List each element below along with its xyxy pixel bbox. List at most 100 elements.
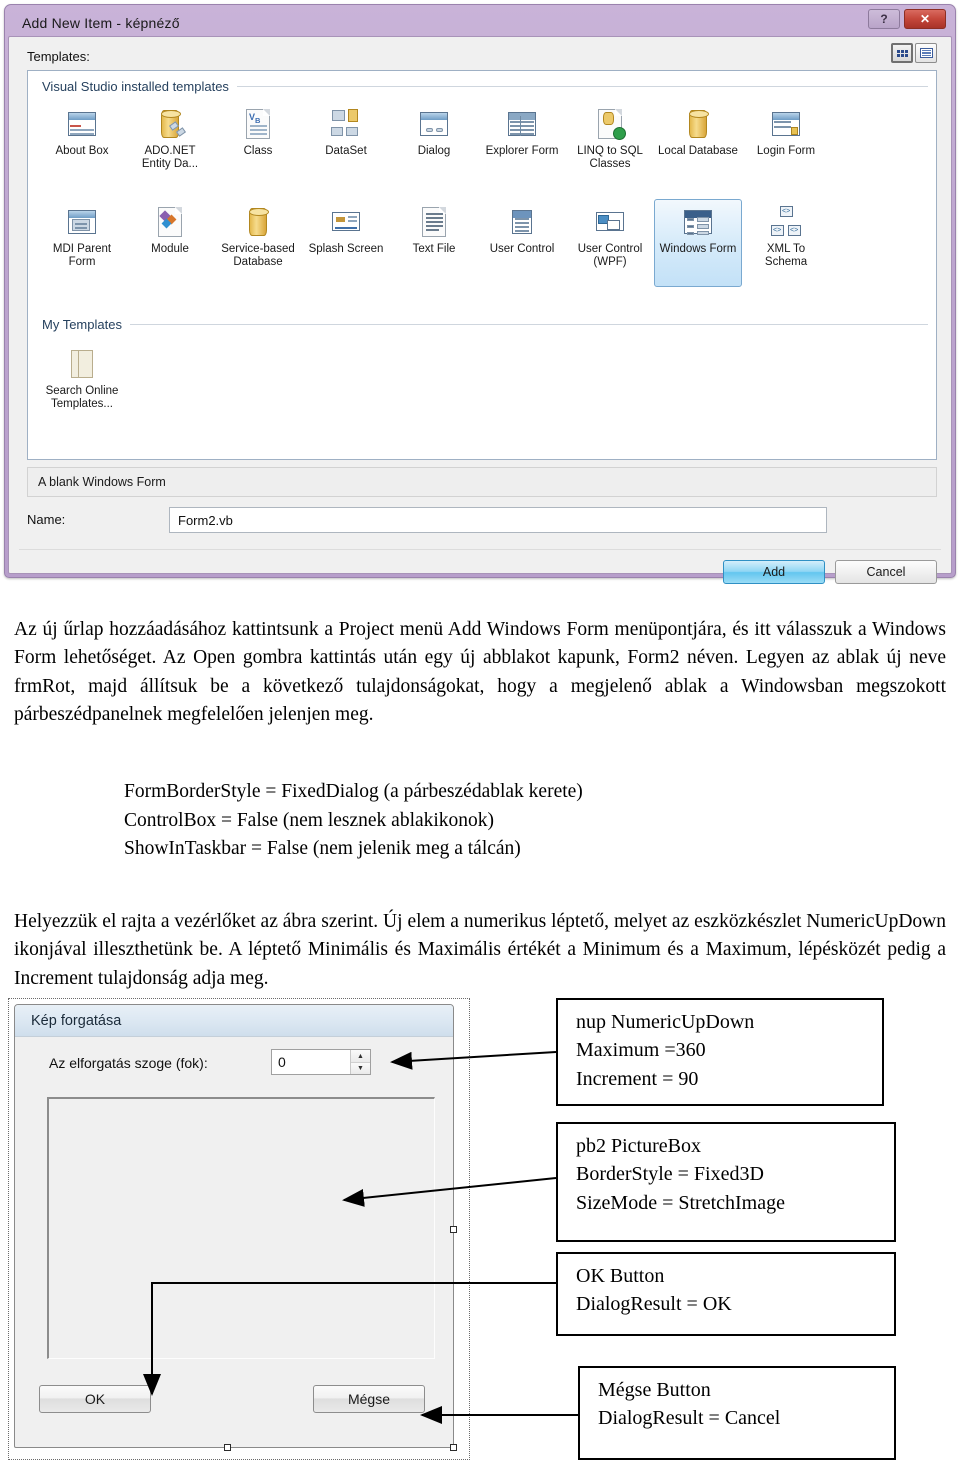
mdi-parent-form-icon <box>65 205 99 239</box>
annotation-line: Increment = 90 <box>576 1067 699 1090</box>
template-item-xml-to-schema[interactable]: <> <> <> XML To Schema <box>742 199 830 287</box>
annotation-line: BorderStyle = Fixed3D <box>576 1163 764 1186</box>
annotation-line: nup NumericUpDown <box>576 1011 755 1033</box>
footer-divider <box>19 549 941 550</box>
annotation-numericupdown: nup NumericUpDown Maximum =360 Increment… <box>556 998 884 1106</box>
template-item-module[interactable]: Module <box>126 199 214 287</box>
linq-to-sql-icon <box>593 107 627 141</box>
resize-grip[interactable] <box>224 1444 231 1451</box>
template-item-local-database[interactable]: Local Database <box>654 101 742 189</box>
template-item-user-control[interactable]: User Control <box>478 199 566 287</box>
template-label: MDI Parent Form <box>52 243 112 269</box>
annotation-line: DialogResult = Cancel <box>598 1407 781 1430</box>
list-view-button[interactable] <box>915 43 937 63</box>
template-item-mdi-parent-form[interactable]: MDI Parent Form <box>38 199 126 287</box>
mock-cancel-button[interactable]: Mégse <box>313 1385 425 1413</box>
template-item-ado-net[interactable]: ADO.NET Entity Da... <box>126 101 214 189</box>
property-line: ControlBox = False (nem lesznek ablakiko… <box>124 809 495 831</box>
template-label: About Box <box>55 145 109 157</box>
footer-buttons: Add Cancel <box>723 560 937 584</box>
template-item-dialog[interactable]: Dialog <box>390 101 478 189</box>
ado-net-entity-data-icon <box>153 107 187 141</box>
windows-form-icon <box>681 205 715 239</box>
property-list: FormBorderStyle = FixedDialog (a párbesz… <box>124 778 583 864</box>
numeric-up-down-value[interactable]: 0 <box>272 1050 350 1074</box>
login-form-icon <box>769 107 803 141</box>
name-row: Name: Form2.vb <box>27 507 937 537</box>
template-label: XML To Schema <box>764 243 808 269</box>
template-row: MDI Parent Form Module Service-based Dat… <box>38 199 932 287</box>
spinner-down-icon[interactable]: ▼ <box>351 1062 370 1074</box>
template-item-splash-screen[interactable]: Splash Screen <box>302 199 390 287</box>
view-mode-toggle <box>891 43 937 63</box>
template-label: Class <box>243 145 273 157</box>
spinner[interactable]: ▲ ▼ <box>350 1050 370 1074</box>
xml-to-schema-icon: <> <> <> <box>769 205 803 239</box>
group-header-installed: Visual Studio installed templates <box>42 79 928 94</box>
annotation-line: SizeMode = StretchImage <box>576 1191 785 1214</box>
close-icon[interactable]: ✕ <box>904 9 946 29</box>
annotation-line: OK Button <box>576 1265 665 1287</box>
template-item-user-control-wpf[interactable]: User Control (WPF) <box>566 199 654 287</box>
list-icon <box>919 48 933 58</box>
splash-screen-icon <box>329 205 363 239</box>
property-line: FormBorderStyle = FixedDialog (a párbesz… <box>124 781 583 802</box>
dialog-body: Templates: Visual Studio installed templ… <box>8 36 952 584</box>
template-row: Search Online Templates... <box>38 341 932 429</box>
resize-grip[interactable] <box>450 1226 457 1233</box>
resize-grip[interactable] <box>450 1444 457 1451</box>
template-item-linq-to-sql[interactable]: LINQ to SQL Classes <box>566 101 654 189</box>
template-item-explorer-form[interactable]: Explorer Form <box>478 101 566 189</box>
text-file-icon <box>417 205 451 239</box>
local-database-icon <box>681 107 715 141</box>
dialog-titlebar[interactable]: Add New Item - képnéző ? ✕ <box>8 8 952 39</box>
mock-ok-button[interactable]: OK <box>39 1385 151 1413</box>
template-label: Splash Screen <box>308 243 384 255</box>
template-label: Dialog <box>417 145 451 157</box>
templates-panel[interactable]: Visual Studio installed templates About … <box>27 70 937 460</box>
help-button[interactable]: ? <box>868 9 900 29</box>
template-item-search-online[interactable]: Search Online Templates... <box>38 341 126 429</box>
annotation-picturebox: pb2 PictureBox BorderStyle = Fixed3D Siz… <box>556 1122 896 1242</box>
module-icon <box>153 205 187 239</box>
spinner-up-icon[interactable]: ▲ <box>351 1050 370 1063</box>
cancel-button[interactable]: Cancel <box>835 560 937 584</box>
template-item-windows-form[interactable]: Windows Form <box>654 199 742 287</box>
add-button[interactable]: Add <box>723 560 825 584</box>
mock-form-title: Kép forgatása <box>15 1005 453 1037</box>
paragraph-intro: Az új űrlap hozzáadásához kattintsunk a … <box>14 618 946 726</box>
annotation-line: Maximum =360 <box>576 1039 706 1062</box>
template-row: About Box ADO.NET Entity Da... VB Class … <box>38 101 932 189</box>
template-label: Windows Form <box>659 243 737 255</box>
template-description: A blank Windows Form <box>27 467 937 497</box>
template-item-service-based-database[interactable]: Service-based Database <box>214 199 302 287</box>
annotation-line: Mégse Button <box>598 1379 711 1401</box>
dialog-title: Add New Item - képnéző <box>22 15 180 31</box>
template-item-class[interactable]: VB Class <box>214 101 302 189</box>
numeric-up-down[interactable]: 0 ▲ ▼ <box>271 1049 371 1075</box>
dataset-icon <box>329 107 363 141</box>
mock-form-window: Kép forgatása Az elforgatás szoge (fok):… <box>14 1004 454 1448</box>
name-input[interactable]: Form2.vb <box>169 507 827 533</box>
template-item-text-file[interactable]: Text File <box>390 199 478 287</box>
template-item-login-form[interactable]: Login Form <box>742 101 830 189</box>
search-online-templates-icon <box>65 347 99 381</box>
picture-box[interactable] <box>47 1097 435 1359</box>
group-label: My Templates <box>42 317 122 332</box>
template-item-dataset[interactable]: DataSet <box>302 101 390 189</box>
template-item-about-box[interactable]: About Box <box>38 101 126 189</box>
template-label: DataSet <box>325 145 367 157</box>
group-header-my-templates: My Templates <box>42 317 928 332</box>
large-icons-view-button[interactable] <box>891 43 913 63</box>
user-control-wpf-icon <box>593 205 627 239</box>
angle-label: Az elforgatás szoge (fok): <box>49 1055 208 1071</box>
mock-form-figure: Kép forgatása Az elforgatás szoge (fok):… <box>8 998 470 1460</box>
group-label: Visual Studio installed templates <box>42 79 229 94</box>
annotation-line: pb2 PictureBox <box>576 1135 701 1157</box>
service-based-database-icon <box>241 205 275 239</box>
name-label: Name: <box>27 512 66 527</box>
template-label: Explorer Form <box>485 145 559 157</box>
template-label: Login Form <box>756 145 816 157</box>
templates-label: Templates: <box>27 49 90 64</box>
paragraph-controls: Helyezzük el rajta a vezérlőket az ábra … <box>14 910 946 989</box>
